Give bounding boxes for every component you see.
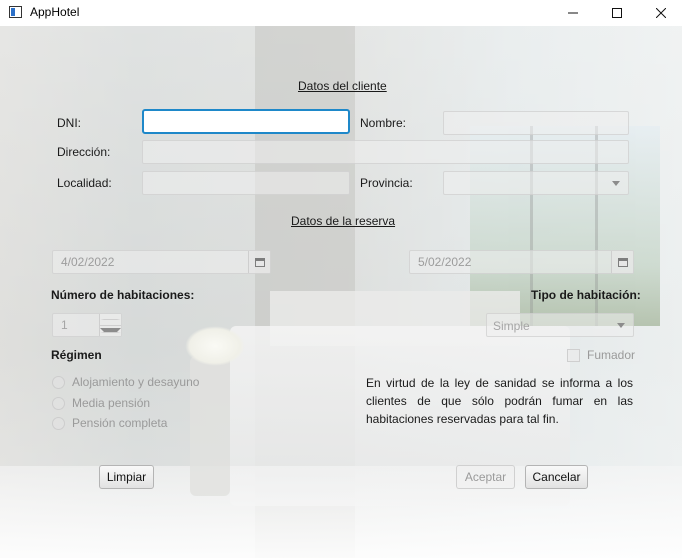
- localidad-field[interactable]: [142, 171, 350, 195]
- nombre-label: Nombre:: [360, 116, 407, 130]
- regimen-option-2[interactable]: Media pensión: [52, 396, 150, 410]
- reservation-section-title: Datos de la reserva: [291, 214, 396, 228]
- client-section-title: Datos del cliente: [298, 79, 387, 93]
- check-in-date-picker[interactable]: 4/02/2022: [52, 250, 271, 274]
- localidad-label: Localidad:: [57, 176, 112, 190]
- chevron-down-icon: [612, 181, 620, 186]
- background-flower: [185, 326, 245, 366]
- close-button[interactable]: [638, 0, 682, 26]
- close-icon: [656, 8, 666, 18]
- dni-label: DNI:: [57, 116, 81, 130]
- accept-button[interactable]: Aceptar: [456, 465, 515, 489]
- smoking-info-text: En virtud de la ley de sanidad se inform…: [366, 376, 633, 426]
- regimen-option-label: Alojamiento y desayuno: [72, 375, 200, 389]
- smoker-label: Fumador: [587, 348, 636, 362]
- room-type-value: Simple: [493, 319, 530, 333]
- localidad-input[interactable]: [143, 172, 349, 194]
- check-out-date-value: 5/02/2022: [418, 255, 472, 269]
- clear-button[interactable]: Limpiar: [99, 465, 154, 489]
- rooms-spinner[interactable]: 1: [52, 313, 122, 337]
- rooms-increment-button[interactable]: [100, 314, 121, 326]
- title-bar: AppHotel: [0, 0, 682, 26]
- maximize-icon: [612, 8, 622, 18]
- calendar-icon: [617, 257, 628, 267]
- dni-input[interactable]: [144, 111, 348, 132]
- rooms-value: 1: [61, 318, 68, 332]
- radio-button[interactable]: [52, 375, 65, 389]
- nombre-input[interactable]: [444, 112, 628, 134]
- dni-field[interactable]: [142, 109, 350, 134]
- regimen-label: Régimen: [51, 348, 102, 362]
- radio-button[interactable]: [52, 416, 65, 430]
- provincia-label: Provincia:: [360, 176, 413, 190]
- check-out-calendar-button[interactable]: [611, 251, 633, 273]
- app-window-icon: [9, 6, 22, 18]
- checkbox-box[interactable]: [567, 348, 580, 362]
- window-title: AppHotel: [30, 5, 80, 19]
- rooms-decrement-button[interactable]: [100, 325, 121, 336]
- chevron-down-icon: [617, 323, 625, 328]
- arrow-up-icon: [100, 318, 121, 320]
- maximize-button[interactable]: [594, 0, 640, 26]
- direccion-input[interactable]: [143, 141, 628, 163]
- rooms-label: Número de habitaciones:: [51, 288, 195, 302]
- cancel-button[interactable]: Cancelar: [525, 465, 588, 489]
- minimize-button[interactable]: [550, 0, 596, 26]
- check-out-date-picker[interactable]: 5/02/2022: [409, 250, 634, 274]
- check-in-date-value: 4/02/2022: [61, 255, 115, 269]
- regimen-option-1[interactable]: Alojamiento y desayuno: [52, 375, 199, 389]
- room-type-select[interactable]: Simple: [486, 313, 634, 337]
- radio-button[interactable]: [52, 396, 65, 410]
- regimen-option-3[interactable]: Pensión completa: [52, 416, 167, 430]
- regimen-option-label: Media pensión: [72, 396, 151, 410]
- arrow-down-icon: [100, 328, 121, 334]
- nombre-field[interactable]: [443, 111, 629, 135]
- calendar-icon: [254, 257, 265, 267]
- provincia-select[interactable]: [443, 171, 629, 195]
- check-in-calendar-button[interactable]: [248, 251, 270, 273]
- regimen-option-label: Pensión completa: [72, 416, 168, 430]
- direccion-label: Dirección:: [57, 145, 111, 159]
- room-type-label: Tipo de habitación:: [531, 288, 641, 302]
- smoker-checkbox[interactable]: Fumador: [567, 348, 635, 362]
- direccion-field[interactable]: [142, 140, 629, 164]
- minimize-icon: [568, 12, 578, 14]
